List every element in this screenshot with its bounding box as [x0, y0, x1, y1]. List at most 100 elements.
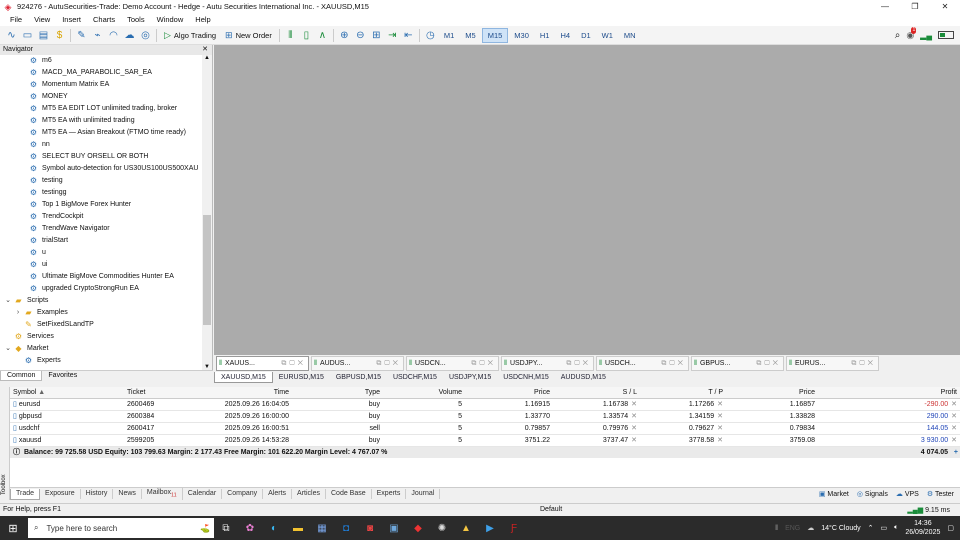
task-view-icon[interactable]: ⧉ [214, 516, 238, 540]
toolbox-tab[interactable]: Alerts [263, 489, 293, 499]
chart-tab[interactable]: ⫴ EURUS... ⧉▢✕ [786, 356, 879, 371]
navigator-item[interactable]: ⚙ Momentum Matrix EA [0, 79, 202, 91]
expand-toggle-icon[interactable]: › [13, 307, 23, 319]
menu-help[interactable]: Help [189, 15, 216, 24]
speaker-icon[interactable]: 🔈︎ [894, 524, 898, 532]
scroll-thumb[interactable] [203, 215, 211, 325]
navigator-item[interactable]: ⚙ Symbol auto-detection for US30US100US50… [0, 163, 202, 175]
new-order-button[interactable]: ⊞ New Order [221, 28, 276, 43]
close-icon[interactable]: ✕ [951, 401, 957, 408]
navigator-item[interactable]: ⚙ MONEY [0, 91, 202, 103]
close-icon[interactable]: ✕ [631, 401, 637, 408]
chevron-up-icon[interactable]: ⌃ [868, 524, 874, 532]
navigator-item[interactable]: ⚙ testingg [0, 187, 202, 199]
zoom-in-icon[interactable]: ⊕ [337, 28, 352, 43]
chart-tab[interactable]: ⫴ GBPUS... ⧉▢✕ [691, 356, 784, 371]
app-redsq-icon[interactable]: ◆ [406, 516, 430, 540]
clock[interactable]: 14:36 26/09/2025 [905, 519, 940, 537]
col-volume[interactable]: Volume [383, 387, 465, 398]
navigator-item[interactable]: ⚙ TrendWave Navigator [0, 223, 202, 235]
close-icon[interactable]: ✕ [717, 437, 723, 444]
close-icon[interactable]: ✕ [202, 45, 212, 55]
toolbox-tab[interactable]: Code Base [326, 489, 372, 499]
network-icon[interactable]: ▭ [881, 524, 888, 532]
close-icon[interactable]: ✕ [631, 425, 637, 432]
menu-charts[interactable]: Charts [87, 15, 121, 24]
table-row[interactable]: ▯ usdchf 2600417 2025.09.26 16:00:51 sell 5 0… [10, 423, 960, 435]
col-type[interactable]: Type [292, 387, 383, 398]
navigator-item[interactable]: ⚙ MT5 EA with unlimited trading [0, 115, 202, 127]
symbol-tab[interactable]: USDJPY,M15 [443, 372, 497, 383]
auto-scroll-icon[interactable]: ⇥ [385, 28, 400, 43]
market-icon[interactable]: ▣ Market [819, 490, 849, 498]
col-symbol[interactable]: Symbol ▲ [10, 387, 124, 398]
close-icon[interactable]: ✕ [717, 413, 723, 420]
menu-tools[interactable]: Tools [121, 15, 151, 24]
metatrader-icon[interactable]: ▲ [454, 516, 478, 540]
menu-window[interactable]: Window [151, 15, 190, 24]
table-row[interactable]: ▯ eurusd 2600469 2025.09.26 16:04:05 buy 5 1.… [10, 399, 960, 411]
toolbox-tab[interactable]: Trade [10, 488, 41, 500]
col-tp[interactable]: T / P [640, 387, 726, 398]
signals-icon[interactable]: ⌁ [90, 28, 105, 43]
tf-m1[interactable]: M1 [439, 28, 459, 43]
window-controls-icon[interactable]: ⧉▢✕ [566, 360, 593, 368]
navigator-item[interactable]: ⚙ Top 1 BigMove Forex Hunter [0, 199, 202, 211]
tile-windows-icon[interactable]: ⊞ [369, 28, 384, 43]
file-explorer-icon[interactable]: ▬ [286, 516, 310, 540]
navigator-item[interactable]: ⚙ ui [0, 259, 202, 271]
taskbar-search[interactable]: ⌕ Type here to search ⛳ [28, 518, 214, 538]
expand-toggle-icon[interactable]: ⌄ [3, 295, 13, 307]
close-icon[interactable]: ✕ [951, 437, 957, 444]
window-controls-icon[interactable]: ⧉▢✕ [376, 360, 403, 368]
new-chart-icon[interactable]: ▭ [20, 28, 35, 43]
notification-icon[interactable]: ▢ [947, 524, 954, 532]
chart-tab[interactable]: ⫴ AUDUS... ⧉▢✕ [311, 356, 404, 371]
vps-icon[interactable]: ☁ [122, 28, 137, 43]
navigator-item[interactable]: ⚙ TrendCockpit [0, 211, 202, 223]
window-controls-icon[interactable]: ⧉▢✕ [851, 360, 878, 368]
tf-m30[interactable]: M30 [509, 28, 534, 43]
navigator-item[interactable]: ⚙ MACD_MA_PARABOLIC_SAR_EA [0, 67, 202, 79]
navigator-item[interactable]: ✎ SetFixedSLandTP [0, 319, 202, 331]
table-row[interactable]: ▯ gbpusd 2600384 2025.09.26 16:00:00 buy 5 1.… [10, 411, 960, 423]
close-button[interactable]: ✕ [930, 0, 960, 13]
toolbox-tab[interactable]: Articles [292, 489, 326, 499]
app-filezilla-icon[interactable]: Ƒ [502, 516, 526, 540]
store-icon[interactable]: ▦ [310, 516, 334, 540]
tf-m15[interactable]: M15 [481, 27, 509, 43]
tf-m5[interactable]: M5 [460, 28, 480, 43]
symbol-tab[interactable]: EURUSD,M15 [273, 372, 330, 383]
navigator-item[interactable]: ⚙ testing [0, 175, 202, 187]
toolbox-tab[interactable]: Company [222, 489, 264, 499]
notifications-icon[interactable]: ◉ 1 [906, 26, 917, 41]
navigator-item[interactable]: ⚙ Services [0, 331, 202, 343]
minimize-button[interactable]: — [870, 0, 900, 13]
col-sl[interactable]: S / L [553, 387, 640, 398]
chart-tab[interactable]: ⫴ XAUUS... ⧉▢✕ [216, 356, 309, 371]
edge-icon[interactable]: ◐ [262, 516, 286, 540]
navigator-item[interactable]: ⚙ SELECT BUY ORSELL OR BOTH [0, 151, 202, 163]
tf-w1[interactable]: W1 [597, 28, 618, 43]
navigator-item[interactable]: › ▰ Examples [0, 307, 202, 319]
tf-h1[interactable]: H1 [535, 28, 555, 43]
window-controls-icon[interactable]: ⧉▢✕ [661, 360, 688, 368]
table-row[interactable]: ▯ xauusd 2599205 2025.09.26 14:53:28 buy 5 37… [10, 435, 960, 447]
menu-insert[interactable]: Insert [56, 15, 87, 24]
windows-start-icon[interactable]: ⊞ [0, 516, 26, 540]
chart-shift-icon[interactable]: ⇤ [401, 28, 416, 43]
signals-icon[interactable]: ◎ Signals [857, 490, 888, 498]
col-ticket[interactable]: Ticket [124, 387, 203, 398]
toolbox-tab[interactable]: News [113, 489, 142, 499]
navigator-scrollbar[interactable]: ▲ ▼ [202, 55, 212, 370]
navigator-item[interactable]: ⚙ trialStart [0, 235, 202, 247]
navigator-item[interactable]: ⌄ ◆ Market [0, 343, 202, 355]
col-price[interactable]: Price [465, 387, 553, 398]
close-icon[interactable]: ✕ [631, 413, 637, 420]
tester-icon[interactable]: ⚙ Tester [927, 490, 954, 498]
symbol-tab[interactable]: USDCHF,M15 [387, 372, 443, 383]
toolbox-tab[interactable]: Journal [406, 489, 441, 499]
periods-icon[interactable]: ◷ [423, 28, 438, 43]
close-icon[interactable]: ✕ [717, 401, 723, 408]
algo-trading-button[interactable]: ▷ Algo Trading [160, 28, 220, 43]
